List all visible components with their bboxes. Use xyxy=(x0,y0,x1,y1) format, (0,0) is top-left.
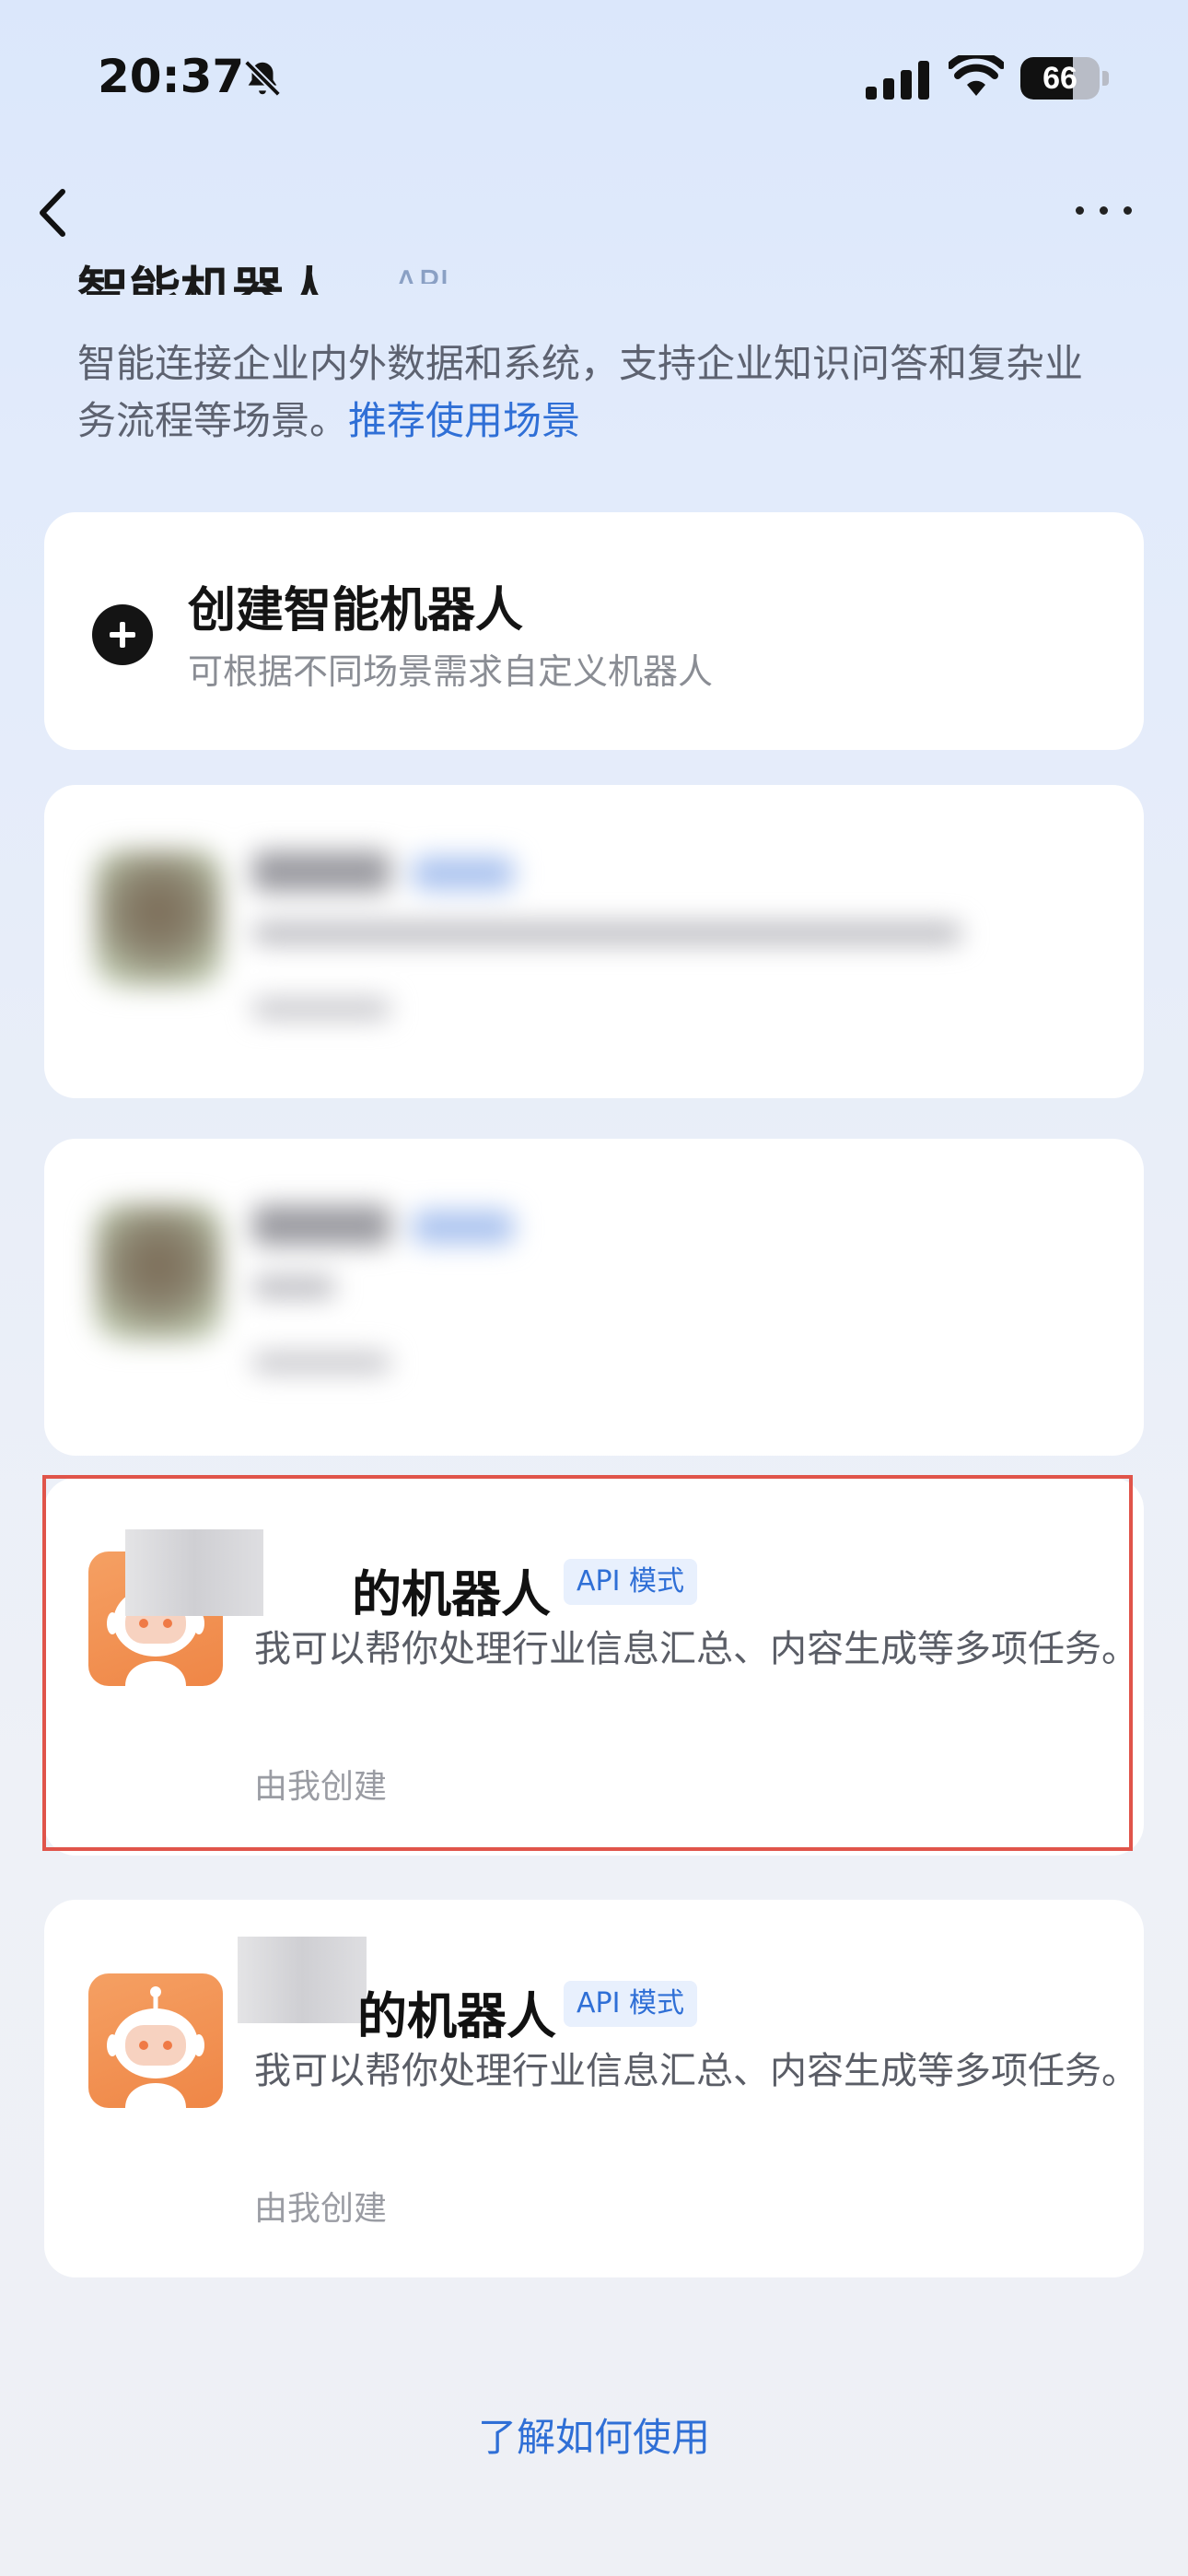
bell-slash-icon xyxy=(244,60,281,97)
recommended-scenarios-link[interactable]: 推荐使用场景 xyxy=(348,398,580,443)
redacted-name xyxy=(238,1937,367,2023)
bot-name: 的机器人 xyxy=(357,1987,556,2045)
redacted-bot-card[interactable] xyxy=(44,785,1144,1098)
redacted-name xyxy=(125,1529,263,1616)
robot-icon xyxy=(88,1973,223,2108)
bot-creator: 由我创建 xyxy=(254,1768,388,1806)
more-button[interactable] xyxy=(1068,190,1142,227)
create-bot-subtitle: 可根据不同场景需求自定义机器人 xyxy=(188,651,714,692)
bot-description: 我可以帮你处理行业信息汇总、内容生成等多项任务。 xyxy=(254,2050,1138,2092)
learn-how-to-use-link[interactable]: 了解如何使用 xyxy=(0,2406,1188,2463)
battery-icon: 66 xyxy=(1020,57,1109,100)
status-time: 20:37 xyxy=(98,50,245,103)
back-button[interactable] xyxy=(28,181,83,245)
bot-card[interactable]: 的机器人 API 模式 我可以帮你处理行业信息汇总、内容生成等多项任务。 由我创… xyxy=(44,1478,1144,1856)
section-title-badge: API xyxy=(394,263,450,284)
bot-creator: 由我创建 xyxy=(254,2190,388,2228)
redacted-bot-card[interactable] xyxy=(44,1139,1144,1456)
wifi-icon xyxy=(949,55,1004,96)
api-mode-badge: API 模式 xyxy=(564,1981,697,2027)
api-mode-badge: API 模式 xyxy=(564,1559,697,1605)
battery-level: 66 xyxy=(1042,61,1077,96)
plus-circle-icon xyxy=(92,604,153,665)
signal-icon xyxy=(866,61,929,100)
bot-description: 我可以帮你处理行业信息汇总、内容生成等多项任务。 xyxy=(254,1628,1138,1670)
create-bot-card[interactable]: 创建智能机器人 可根据不同场景需求自定义机器人 xyxy=(44,512,1144,750)
bot-name: 的机器人 xyxy=(352,1565,551,1623)
section-title: 智能机器人 xyxy=(77,263,335,295)
section-intro: 智能连接企业内外数据和系统，支持企业知识问答和复杂业务流程等场景。推荐使用场景 xyxy=(77,335,1118,450)
create-bot-title: 创建智能机器人 xyxy=(188,583,524,638)
bot-card[interactable]: 的机器人 API 模式 我可以帮你处理行业信息汇总、内容生成等多项任务。 由我创… xyxy=(44,1900,1144,2277)
